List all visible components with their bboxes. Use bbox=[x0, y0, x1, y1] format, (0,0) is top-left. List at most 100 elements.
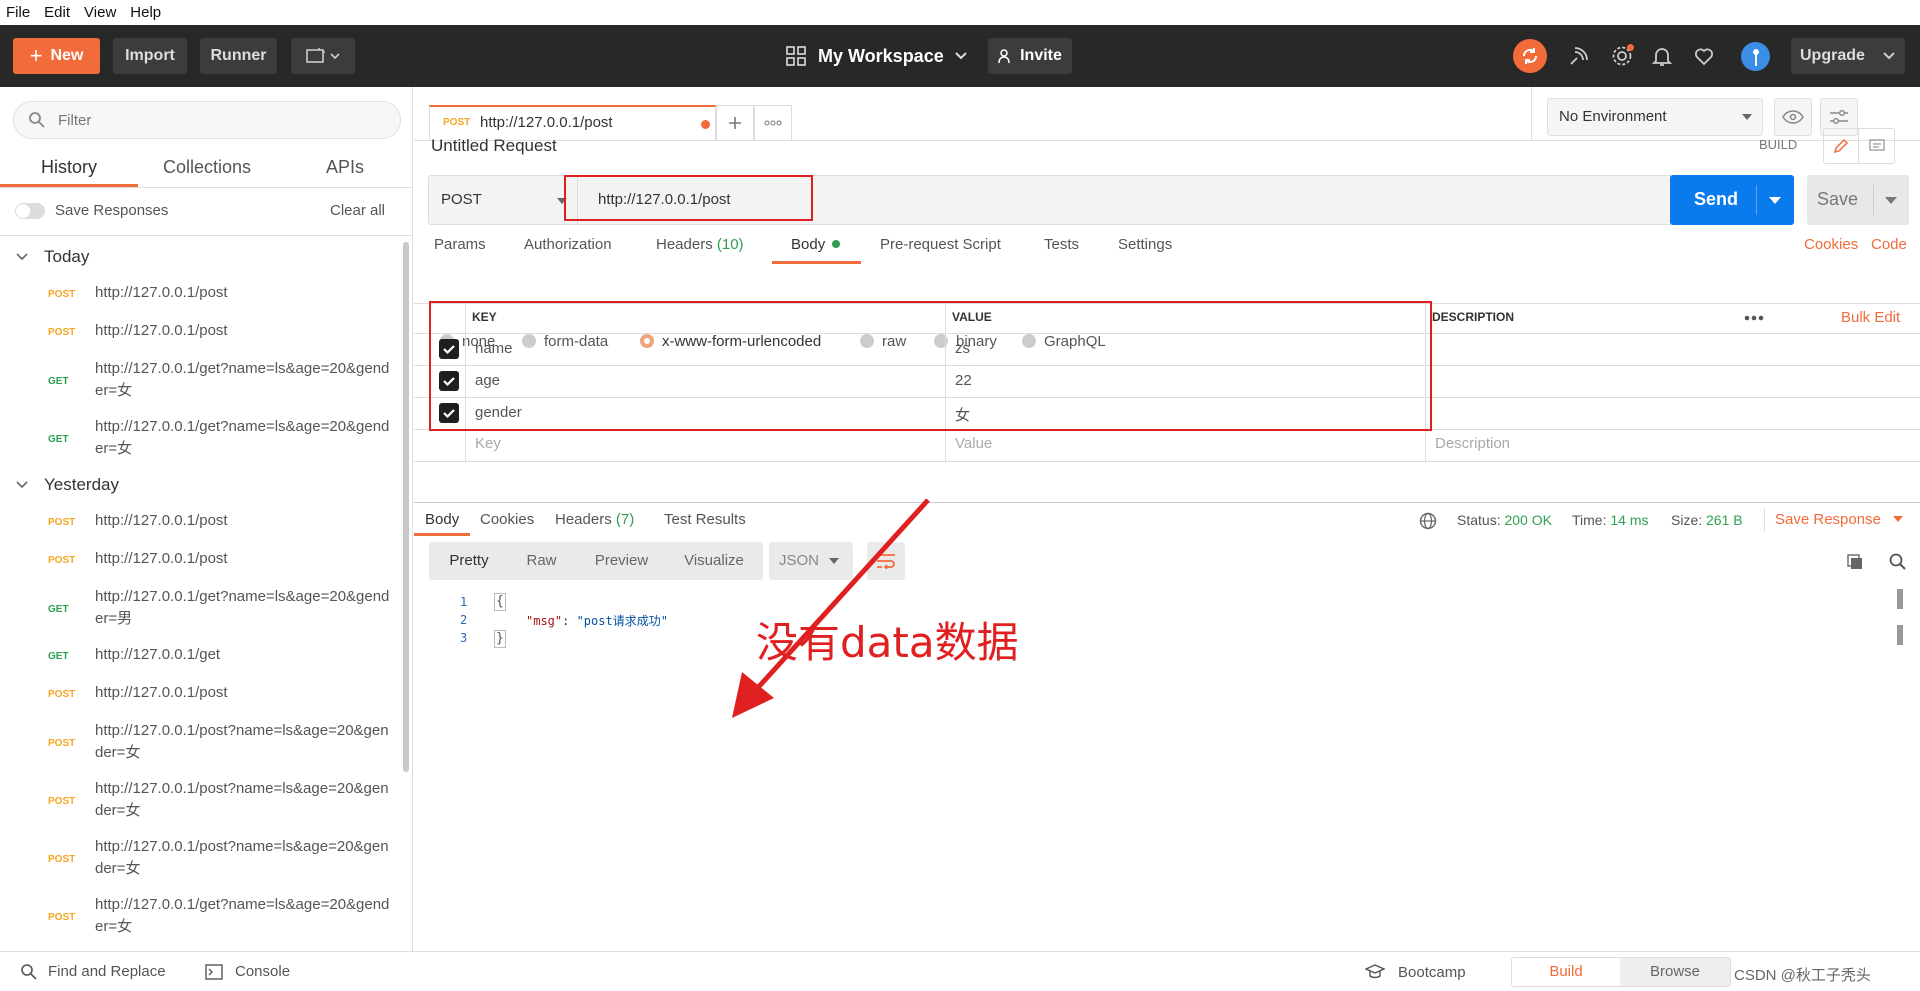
edit-mode-button[interactable] bbox=[1823, 128, 1859, 164]
request-tab[interactable]: POST http://127.0.0.1/post bbox=[429, 105, 716, 140]
capture-icon[interactable] bbox=[1567, 44, 1591, 68]
chevron-down-icon bbox=[1883, 52, 1895, 60]
new-window-button[interactable] bbox=[291, 38, 355, 74]
save-responses-label: Save Responses bbox=[55, 202, 169, 219]
tab-settings[interactable]: Settings bbox=[1118, 236, 1172, 253]
console-button[interactable]: Console bbox=[235, 963, 290, 980]
history-item[interactable]: POST http://127.0.0.1/post?name=ls&age=20… bbox=[0, 831, 400, 889]
view-pretty[interactable]: Pretty bbox=[429, 542, 509, 580]
more-icon bbox=[764, 120, 782, 126]
save-responses-toggle[interactable] bbox=[15, 203, 45, 219]
save-button[interactable]: Save bbox=[1807, 175, 1909, 225]
bulk-edit-link[interactable]: Bulk Edit bbox=[1841, 309, 1900, 326]
editor-scrollbar[interactable] bbox=[1897, 625, 1903, 645]
status-bar: Find and Replace Console Bootcamp Build … bbox=[0, 951, 1920, 991]
menu-help[interactable]: Help bbox=[124, 4, 169, 21]
chevron-down-icon bbox=[16, 481, 28, 489]
history-list: Today POST http://127.0.0.1/post POST http:/… bbox=[0, 235, 400, 951]
line-number-2: 2 bbox=[460, 613, 468, 627]
history-item[interactable]: POST http://127.0.0.1/post bbox=[0, 677, 400, 715]
history-group-header[interactable]: Today bbox=[0, 243, 400, 273]
history-item[interactable]: POST http://127.0.0.1/post bbox=[0, 505, 400, 543]
response-tab-headers[interactable]: Headers (7) bbox=[555, 511, 634, 528]
tab-history[interactable]: History bbox=[0, 157, 138, 178]
workspace-switcher[interactable]: My Workspace bbox=[786, 38, 968, 74]
eye-icon bbox=[1782, 110, 1804, 124]
history-item[interactable]: POST http://127.0.0.1/post?name=ls&age=20… bbox=[0, 715, 400, 773]
scrollbar[interactable] bbox=[403, 242, 409, 772]
new-tab-button[interactable] bbox=[716, 105, 754, 140]
history-item-url: http://127.0.0.1/post bbox=[95, 512, 228, 529]
history-item[interactable]: POST http://127.0.0.1/post bbox=[0, 315, 400, 353]
send-button[interactable]: Send bbox=[1670, 175, 1794, 225]
comments-button[interactable] bbox=[1859, 128, 1895, 164]
runner-button[interactable]: Runner bbox=[200, 38, 277, 74]
menu-view[interactable]: View bbox=[78, 4, 124, 21]
filter-box[interactable] bbox=[13, 101, 401, 139]
code-link[interactable]: Code bbox=[1871, 236, 1907, 253]
description-placeholder[interactable]: Description bbox=[1435, 435, 1510, 452]
editor-scrollbar[interactable] bbox=[1897, 589, 1903, 609]
history-item[interactable]: GET http://127.0.0.1/get bbox=[0, 639, 400, 677]
browse-mode-button[interactable]: Browse bbox=[1620, 958, 1730, 986]
tab-tests[interactable]: Tests bbox=[1044, 236, 1079, 253]
history-item-url: http://127.0.0.1/get?name=ls&age=20&gend… bbox=[95, 418, 390, 457]
avatar[interactable] bbox=[1741, 42, 1770, 71]
copy-icon[interactable] bbox=[1846, 553, 1864, 571]
value-placeholder[interactable]: Value bbox=[955, 435, 992, 452]
tab-collections[interactable]: Collections bbox=[146, 157, 268, 178]
tab-body[interactable]: Body bbox=[791, 236, 841, 253]
history-item[interactable]: POST http://127.0.0.1/post?name=ls&age=20… bbox=[0, 773, 400, 831]
tab-headers[interactable]: Headers (10) bbox=[656, 236, 744, 253]
sync-icon[interactable] bbox=[1513, 39, 1547, 73]
plus-icon: + bbox=[29, 43, 43, 68]
bootcamp-button[interactable]: Bootcamp bbox=[1398, 964, 1466, 981]
environment-select[interactable]: No Environment bbox=[1547, 98, 1763, 136]
history-group-header[interactable]: Yesterday bbox=[0, 471, 400, 501]
view-preview[interactable]: Preview bbox=[574, 542, 669, 580]
new-button[interactable]: + New bbox=[13, 38, 100, 74]
request-title[interactable]: Untitled Request bbox=[431, 136, 557, 156]
more-icon[interactable] bbox=[1744, 315, 1764, 321]
method-select[interactable]: POST bbox=[428, 175, 578, 225]
history-item-method: POST bbox=[48, 555, 76, 566]
history-item[interactable]: POST http://127.0.0.1/post bbox=[0, 543, 400, 581]
invite-button[interactable]: Invite bbox=[988, 38, 1072, 74]
unsaved-dot bbox=[701, 120, 710, 129]
cookies-link[interactable]: Cookies bbox=[1804, 236, 1858, 253]
response-tab-cookies[interactable]: Cookies bbox=[480, 511, 534, 528]
tab-params[interactable]: Params bbox=[434, 236, 486, 253]
history-item[interactable]: POST http://127.0.0.1/get?name=ls&age=20&… bbox=[0, 889, 400, 947]
tab-authorization[interactable]: Authorization bbox=[524, 236, 612, 253]
tab-prerequest-script[interactable]: Pre-request Script bbox=[880, 236, 1001, 253]
history-item[interactable]: POST http://127.0.0.1/post bbox=[0, 277, 400, 315]
history-item[interactable]: GET http://127.0.0.1/get?name=ls&age=20&g… bbox=[0, 581, 400, 639]
find-replace-button[interactable]: Find and Replace bbox=[48, 963, 166, 980]
bell-icon[interactable] bbox=[1650, 44, 1674, 68]
history-item-method: POST bbox=[48, 689, 76, 700]
globe-icon[interactable] bbox=[1419, 512, 1437, 530]
history-item[interactable]: GET http://127.0.0.1/get?name=ls&age=20&g… bbox=[0, 353, 400, 411]
history-item-method: GET bbox=[48, 604, 69, 615]
menu-edit[interactable]: Edit bbox=[38, 4, 78, 21]
history-item-method: POST bbox=[48, 738, 76, 749]
key-placeholder[interactable]: Key bbox=[475, 435, 501, 452]
import-button[interactable]: Import bbox=[113, 38, 187, 74]
tab-apis[interactable]: APIs bbox=[310, 157, 380, 178]
tab-options-button[interactable] bbox=[754, 105, 792, 140]
environment-quicklook-button[interactable] bbox=[1774, 98, 1812, 136]
caret-down-icon bbox=[1893, 516, 1904, 522]
filter-input[interactable] bbox=[58, 110, 378, 130]
settings-button[interactable] bbox=[1610, 44, 1634, 68]
view-raw[interactable]: Raw bbox=[509, 542, 574, 580]
history-item-method: POST bbox=[48, 327, 76, 338]
history-item[interactable]: GET http://127.0.0.1/get?name=ls&age=20&g… bbox=[0, 411, 400, 469]
clear-all-button[interactable]: Clear all bbox=[330, 202, 385, 219]
upgrade-button[interactable]: Upgrade bbox=[1791, 38, 1905, 74]
menu-file[interactable]: File bbox=[0, 4, 38, 21]
build-mode-button[interactable]: Build bbox=[1512, 958, 1620, 986]
heart-icon[interactable] bbox=[1692, 44, 1716, 68]
response-tab-body[interactable]: Body bbox=[425, 511, 459, 528]
save-response-button[interactable]: Save Response bbox=[1775, 511, 1904, 528]
search-icon[interactable] bbox=[1889, 553, 1907, 571]
